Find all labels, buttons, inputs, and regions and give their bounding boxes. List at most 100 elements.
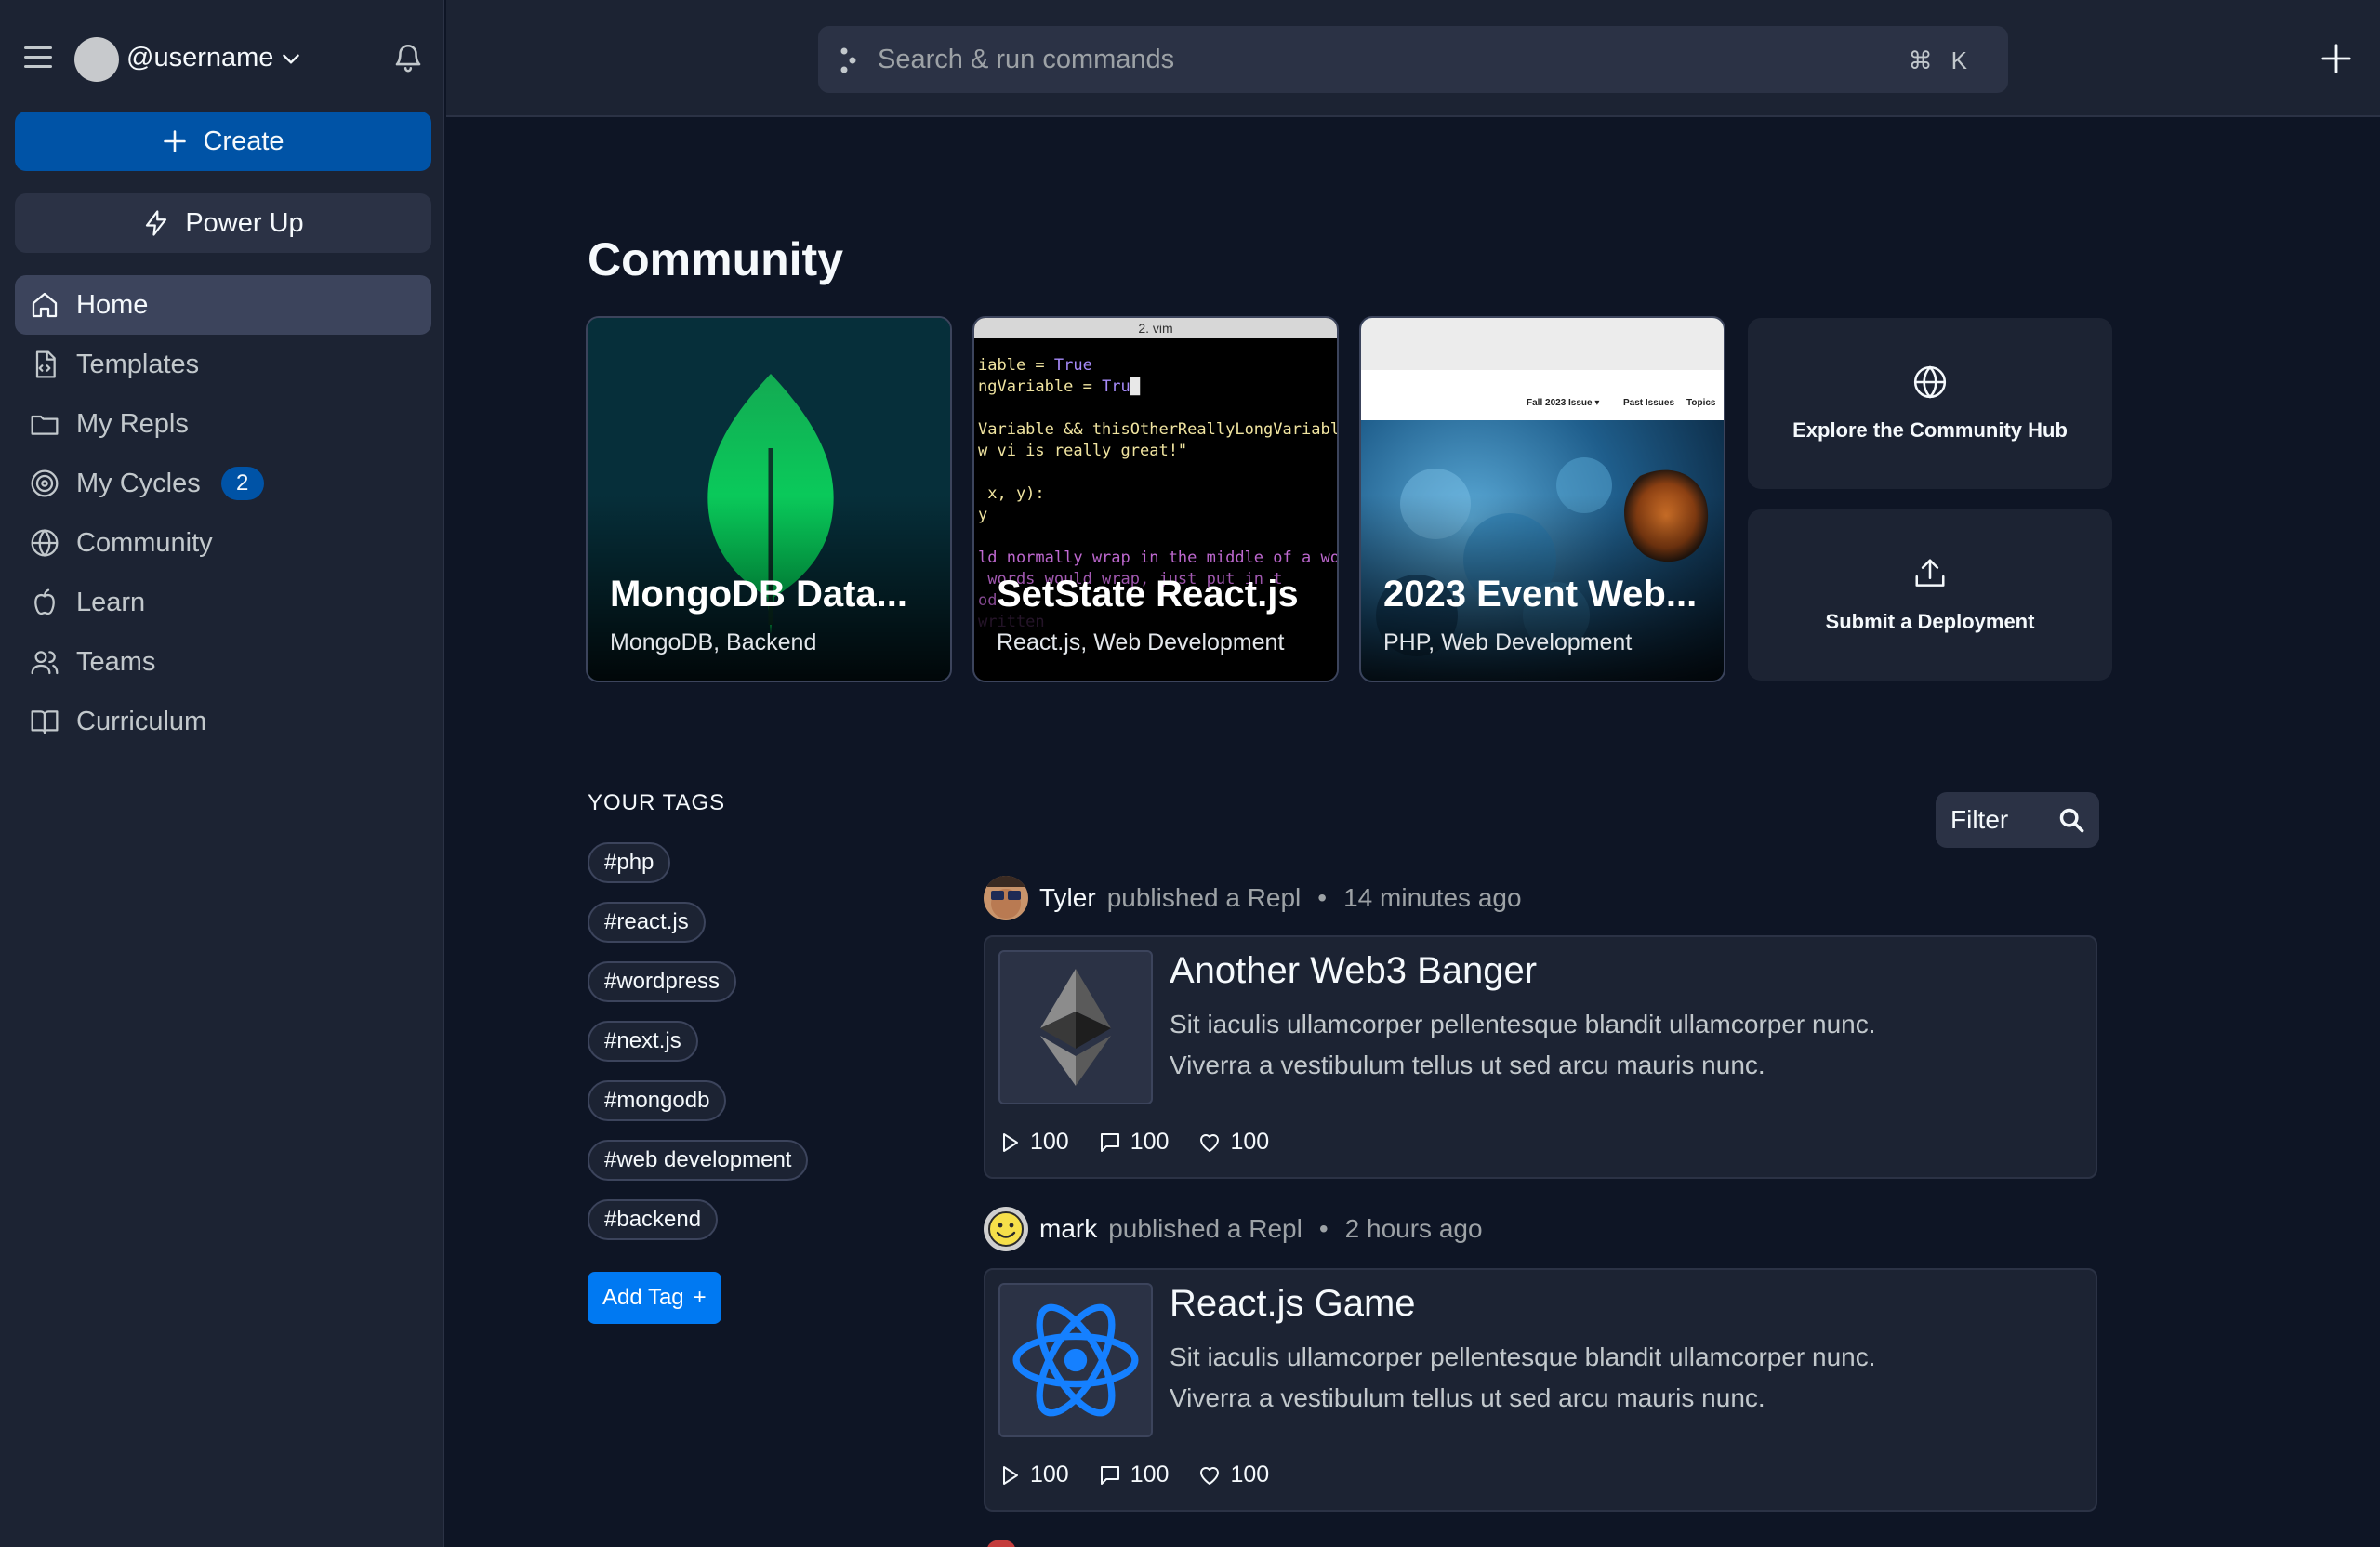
website-nav-item: Fall 2023 Issue ▾ <box>1527 398 1600 408</box>
comment-count-value: 100 <box>1130 1129 1170 1155</box>
react-logo-icon <box>1012 1303 1139 1417</box>
command-dots-icon <box>840 47 856 73</box>
sidebar-item-teams[interactable]: Teams <box>15 632 431 692</box>
tag-chip[interactable]: #next.js <box>588 1021 698 1062</box>
community-card-mongodb[interactable]: MongoDB Data... MongoDB, Backend <box>586 316 952 682</box>
separator-dot: • <box>1318 1214 1329 1243</box>
community-card-event-website[interactable]: Fall 2023 Issue ▾ Past Issues Topics 202… <box>1359 316 1726 682</box>
post-thumbnail <box>998 950 1153 1104</box>
sidebar-item-community[interactable]: Community <box>15 513 431 573</box>
card-title: MongoDB Data... <box>610 574 907 615</box>
website-nav-item: Past Issues <box>1623 398 1675 408</box>
tag-chip[interactable]: #php <box>588 842 671 883</box>
post-author[interactable]: Tyler <box>1039 883 1096 913</box>
your-tags-heading: YOUR TAGS <box>588 790 726 815</box>
sidebar-item-label: Templates <box>76 349 200 379</box>
feed-post-card[interactable]: Another Web3 Banger Sit iaculis ullamcor… <box>984 935 2097 1179</box>
add-tag-button[interactable]: Add Tag + <box>588 1272 721 1324</box>
filter-button[interactable]: Filter <box>1936 792 2099 848</box>
like-count-value: 100 <box>1230 1461 1270 1488</box>
next-post-avatar-peek <box>987 1540 1015 1547</box>
globe-icon <box>31 529 59 557</box>
sidebar-item-label: Teams <box>76 646 156 677</box>
sidebar-item-templates[interactable]: Templates <box>15 335 431 394</box>
comment-count-value: 100 <box>1130 1461 1170 1488</box>
post-action: published a Repl <box>1108 1214 1302 1243</box>
like-count[interactable]: 100 <box>1198 1461 1269 1488</box>
post-description: Sit iaculis ullamcorper pellentesque bla… <box>1170 1342 1876 1412</box>
sidebar-item-label: My Cycles <box>76 468 201 498</box>
apple-icon <box>34 588 55 615</box>
user-avatar[interactable] <box>984 1207 1028 1251</box>
run-count[interactable]: 100 <box>998 1129 1069 1156</box>
card-title: 2023 Event Web... <box>1383 574 1698 615</box>
card-subtitle: MongoDB, Backend <box>610 629 817 655</box>
template-file-icon <box>35 350 56 378</box>
tag-chip[interactable]: #wordpress <box>588 961 737 1002</box>
feed-post-card[interactable]: React.js Game Sit iaculis ullamcorper pe… <box>984 1268 2097 1512</box>
post-stats: 100 100 100 <box>998 1461 1269 1488</box>
action-label: Explore the Community Hub <box>1792 418 2068 442</box>
sidebar-item-home[interactable]: Home <box>15 275 431 335</box>
post-thumbnail <box>998 1283 1153 1437</box>
submit-deployment-button[interactable]: Submit a Deployment <box>1748 509 2112 681</box>
home-icon <box>32 292 58 318</box>
sidebar-header: @username <box>0 0 444 117</box>
run-count-value: 100 <box>1030 1129 1069 1155</box>
chevron-down-icon[interactable] <box>279 46 303 71</box>
tag-chip[interactable]: #react.js <box>588 902 706 943</box>
new-repl-plus-icon[interactable] <box>2320 43 2352 74</box>
sidebar-item-learn[interactable]: Learn <box>15 573 431 632</box>
plus-icon <box>164 130 187 152</box>
post-title: React.js Game <box>1170 1283 1416 1324</box>
like-count[interactable]: 100 <box>1198 1129 1269 1156</box>
username-label[interactable]: @username <box>126 43 273 73</box>
sidebar-item-label: Home <box>76 289 149 320</box>
tag-chip[interactable]: #mongodb <box>588 1080 727 1121</box>
sidebar-item-my-repls[interactable]: My Repls <box>15 394 431 454</box>
user-avatar[interactable] <box>74 37 119 82</box>
post-author[interactable]: mark <box>1039 1214 1097 1244</box>
sidebar-item-label: Learn <box>76 587 146 617</box>
folder-icon <box>31 415 59 435</box>
community-card-setstate[interactable]: 2. vim iable = True ngVariable = Tru█ Va… <box>972 316 1339 682</box>
lightning-icon <box>146 210 167 236</box>
run-count[interactable]: 100 <box>998 1461 1069 1488</box>
card-subtitle: React.js, Web Development <box>997 629 1285 655</box>
card-shade <box>974 550 1337 681</box>
globe-icon <box>1913 365 1947 399</box>
sidebar-item-my-cycles[interactable]: My Cycles 2 <box>15 454 431 513</box>
comment-icon <box>1100 1465 1119 1485</box>
cycles-badge: 2 <box>220 467 264 500</box>
comment-count[interactable]: 100 <box>1099 1461 1170 1488</box>
community-heading: Community <box>588 233 843 285</box>
website-header: Fall 2023 Issue ▾ Past Issues Topics <box>1361 318 1724 420</box>
users-icon <box>31 651 59 675</box>
card-title: SetState React.js <box>997 574 1299 615</box>
comment-count[interactable]: 100 <box>1099 1129 1170 1156</box>
bell-icon[interactable] <box>392 41 424 74</box>
run-count-value: 100 <box>1030 1461 1069 1488</box>
action-label: Submit a Deployment <box>1825 610 2035 633</box>
post-time: 2 hours ago <box>1344 1214 1483 1243</box>
sidebar-item-curriculum[interactable]: Curriculum <box>15 692 431 751</box>
tag-chip[interactable]: #backend <box>588 1199 719 1240</box>
smiley-avatar-image <box>984 1207 1028 1251</box>
power-up-button[interactable]: Power Up <box>15 193 431 253</box>
sidebar-item-label: Community <box>76 527 213 558</box>
add-tag-label: Add Tag <box>602 1285 684 1310</box>
upload-icon <box>1915 559 1945 587</box>
power-up-label: Power Up <box>185 207 304 238</box>
user-avatar[interactable] <box>984 876 1028 920</box>
play-icon <box>1003 1465 1018 1485</box>
explore-community-hub-button[interactable]: Explore the Community Hub <box>1748 318 2112 489</box>
post-meta: mark published a Repl • 2 hours ago <box>984 1207 1483 1251</box>
tag-chip[interactable]: #web development <box>588 1140 809 1181</box>
heart-icon <box>1200 1466 1220 1485</box>
create-button[interactable]: Create <box>15 112 431 171</box>
post-description: Sit iaculis ullamcorper pellentesque bla… <box>1170 1010 1876 1079</box>
search-placeholder: Search & run commands <box>878 45 1175 74</box>
search-input[interactable]: Search & run commands ⌘K <box>818 26 2008 93</box>
menu-icon[interactable] <box>24 46 52 73</box>
website-nav-item: Topics <box>1686 398 1716 408</box>
